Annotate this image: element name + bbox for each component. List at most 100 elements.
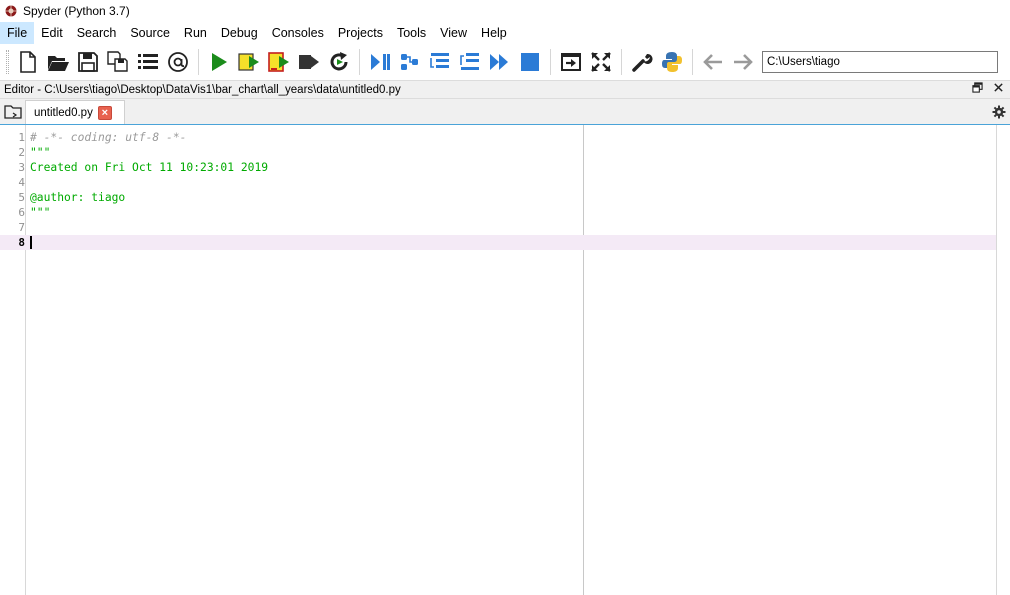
code-editor[interactable]: 1 # -*- coding: utf-8 -*- 2 """ 3 Create… [0,124,1010,595]
fullscreen-icon [591,51,611,72]
code-text: """ [30,206,51,219]
line-number: 6 [18,206,25,219]
editor-tab-bar: untitled0.py × [0,99,1010,125]
code-text: @author: tiago [30,191,126,204]
menu-edit[interactable]: Edit [34,22,70,44]
maximize-pane-icon [561,52,581,71]
at-button[interactable] [163,47,193,77]
code-line: 2 """ [0,145,996,160]
tab-close-icon[interactable]: × [97,106,112,120]
preferences-icon [632,53,653,72]
toolbar-grip[interactable] [6,49,9,74]
run-cell-button[interactable] [234,47,264,77]
run-button[interactable] [204,47,234,77]
menu-source[interactable]: Source [123,22,177,44]
tab-label: untitled0.py [34,107,93,119]
window-title: Spyder (Python 3.7) [23,4,130,18]
debug-stop-icon [521,52,539,71]
line-number: 7 [18,221,25,234]
menu-help[interactable]: Help [474,22,514,44]
forward-icon [734,53,753,70]
python-path-button[interactable] [657,47,687,77]
debug-continue-icon [490,53,508,70]
debug-step-icon [401,53,418,70]
run-icon [212,52,227,71]
code-line: 5 @author: tiago [0,190,996,205]
line-number: 4 [18,176,25,189]
browse-tabs-icon[interactable] [4,104,22,120]
line-number: 8 [18,236,25,249]
back-icon [703,53,722,70]
menu-run[interactable]: Run [177,22,214,44]
code-text: """ [30,146,51,159]
save-all-button[interactable] [103,47,133,77]
open-file-icon [48,55,69,71]
code-text: # -*- coding: utf-8 -*- [30,131,187,144]
code-line: 7 [0,220,996,235]
python-path-icon [662,51,682,72]
code-text: Created on Fri Oct 11 10:23:01 2019 [30,161,269,174]
back-button[interactable] [698,47,728,77]
debug-icon [371,53,390,70]
toolbar-separator [621,48,622,75]
save-icon [78,51,98,72]
run-selection-button[interactable] [294,47,324,77]
debug-step-return-icon [460,52,479,70]
line-number: 1 [18,131,25,144]
menu-search[interactable]: Search [70,22,124,44]
line-number: 3 [18,161,25,174]
code-line: 3 Created on Fri Oct 11 10:23:01 2019 [0,160,996,175]
working-directory-input[interactable]: C:\Users\tiago [762,50,998,73]
code-line: 1 # -*- coding: utf-8 -*- [0,130,996,145]
run-cell-advance-button[interactable] [264,47,294,77]
debug-step-into-icon [430,52,449,68]
toolbar-separator [359,48,360,75]
rerun-icon [330,51,348,70]
maximize-pane-button[interactable] [556,47,586,77]
title-bar: Spyder (Python 3.7) [0,0,1010,22]
main-toolbar: C:\Users\tiago [0,44,1010,79]
editor-pane-title: Editor - C:\Users\tiago\Desktop\DataVis1… [4,83,401,96]
debug-button[interactable] [365,47,395,77]
spyder-logo-icon [5,5,17,17]
debug-step-button[interactable] [395,47,425,77]
code-line: 4 [0,175,996,190]
menu-debug[interactable]: Debug [214,22,265,44]
run-selection-icon [299,54,319,69]
code-lines: 1 # -*- coding: utf-8 -*- 2 """ 3 Create… [0,130,996,250]
debug-continue-button[interactable] [485,47,515,77]
menu-file[interactable]: File [0,22,35,44]
open-file-button[interactable] [43,47,73,77]
debug-stop-button[interactable] [515,47,545,77]
rerun-button[interactable] [324,47,354,77]
tab-untitled0[interactable]: untitled0.py × [25,100,125,125]
new-file-icon [20,50,36,73]
menu-consoles[interactable]: Consoles [265,22,331,44]
menu-projects[interactable]: Projects [331,22,390,44]
text-cursor [30,236,32,249]
menu-view[interactable]: View [433,22,474,44]
debug-step-return-button[interactable] [455,47,485,77]
save-button[interactable] [73,47,103,77]
line-number: 2 [18,146,25,159]
menu-tools[interactable]: Tools [390,22,433,44]
forward-button[interactable] [728,47,758,77]
current-code-line: 8 [0,235,996,250]
toolbar-separator [550,48,551,75]
run-cell-icon [238,52,259,71]
new-file-button[interactable] [13,47,43,77]
fullscreen-button[interactable] [586,47,616,77]
run-cell-advance-icon [268,51,289,72]
outline-icon [138,53,158,69]
gear-icon[interactable] [992,105,1006,119]
debug-step-into-button[interactable] [425,47,455,77]
preferences-button[interactable] [627,47,657,77]
line-number: 5 [18,191,25,204]
editor-pane-header: Editor - C:\Users\tiago\Desktop\DataVis1… [0,80,1010,99]
undock-icon[interactable] [972,82,983,93]
outline-button[interactable] [133,47,163,77]
at-icon [168,51,188,72]
close-pane-icon[interactable] [993,82,1004,93]
save-all-icon [107,50,128,72]
toolbar-separator [692,48,693,75]
